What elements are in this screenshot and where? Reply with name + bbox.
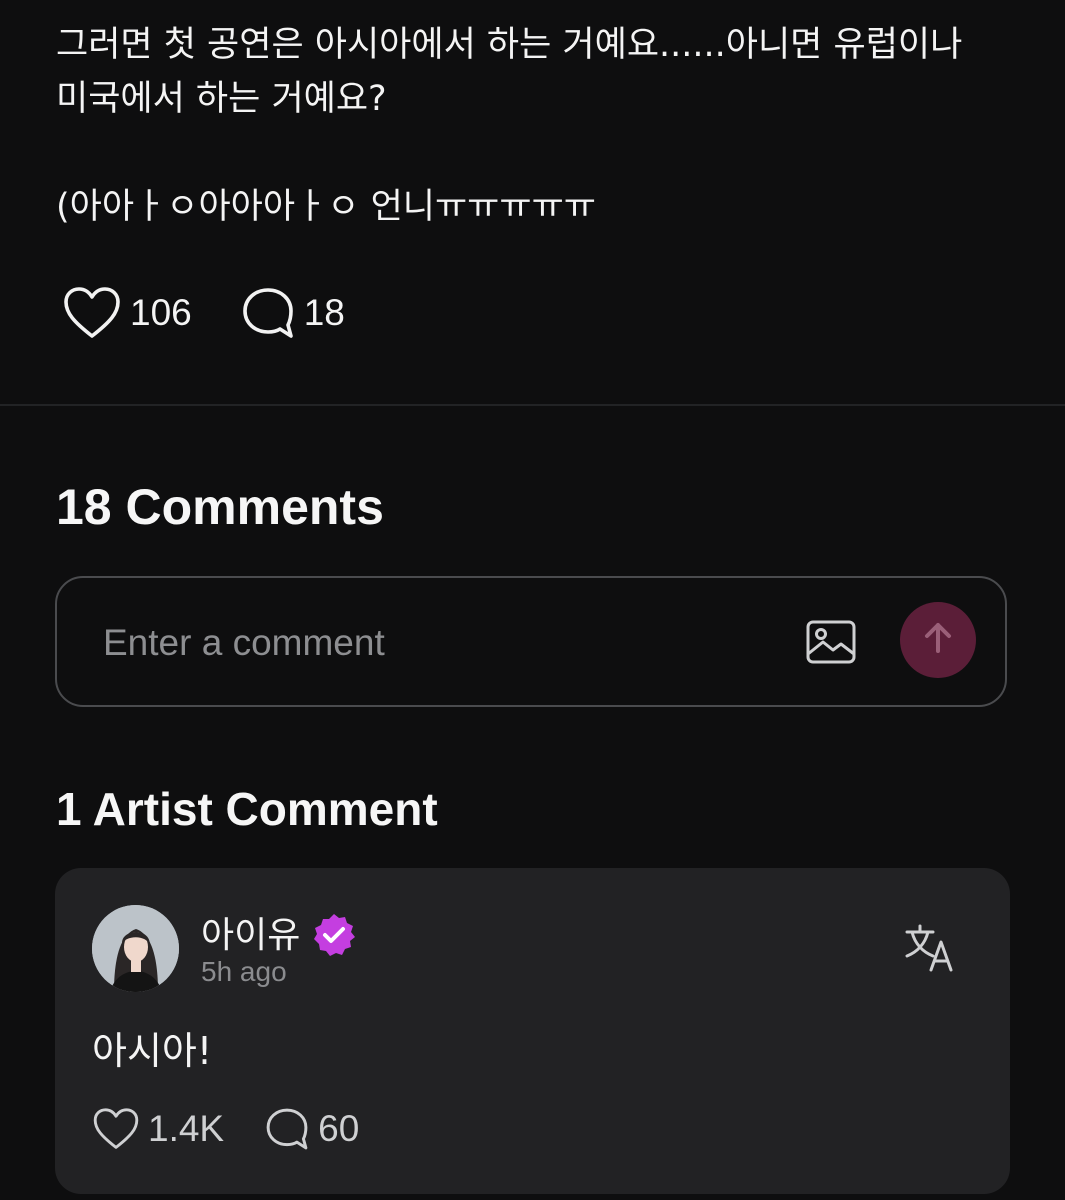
artist-comments-heading: 1 Artist Comment (56, 783, 438, 835)
comment-input[interactable] (101, 616, 785, 670)
speech-bubble-icon (240, 285, 296, 341)
comment-timestamp: 5h ago (201, 956, 287, 987)
section-divider (0, 404, 1065, 406)
post-detail-screen: 그러면 첫 공연은 아시아에서 하는 거예요......아니면 유럽이나 미국에… (0, 0, 1065, 1200)
comments-heading: 18 Comments (56, 479, 384, 535)
verified-badge-icon (311, 912, 357, 958)
translate-button[interactable] (905, 924, 957, 972)
comment-text: 아시아! (92, 1029, 213, 1073)
post-body: 그러면 첫 공연은 아시아에서 하는 거예요......아니면 유럽이나 미국에… (56, 18, 1016, 234)
post-like-button[interactable]: 106 (62, 286, 192, 340)
comment-like-count: 1.4K (148, 1108, 225, 1149)
comment-reply-button[interactable]: 60 (264, 1106, 359, 1152)
post-comment-button[interactable]: 18 (240, 285, 345, 341)
post-comment-count: 18 (303, 292, 345, 333)
attach-image-button[interactable] (805, 616, 857, 668)
post-stats: 106 18 (62, 284, 393, 342)
comment-like-button[interactable]: 1.4K (92, 1107, 224, 1151)
comment-composer (55, 576, 1007, 707)
avatar[interactable] (92, 905, 179, 992)
heart-icon (92, 1107, 140, 1151)
arrow-up-icon (918, 618, 958, 663)
translate-icon (905, 924, 957, 976)
image-icon (805, 620, 857, 672)
post-like-count: 106 (130, 292, 192, 333)
send-comment-button[interactable] (900, 602, 976, 678)
comment-reply-count: 60 (318, 1108, 360, 1149)
post-text: 그러면 첫 공연은 아시아에서 하는 거예요......아니면 유럽이나 미국에… (56, 25, 963, 227)
speech-bubble-icon (264, 1106, 310, 1152)
comment-author-name[interactable]: 아이유 (201, 906, 300, 958)
comment-stats: 1.4K 60 (92, 1104, 399, 1154)
artist-comment-card: 아이유 5h ago 아시아! 1.4K 60 (55, 868, 1010, 1194)
heart-icon (62, 286, 122, 340)
